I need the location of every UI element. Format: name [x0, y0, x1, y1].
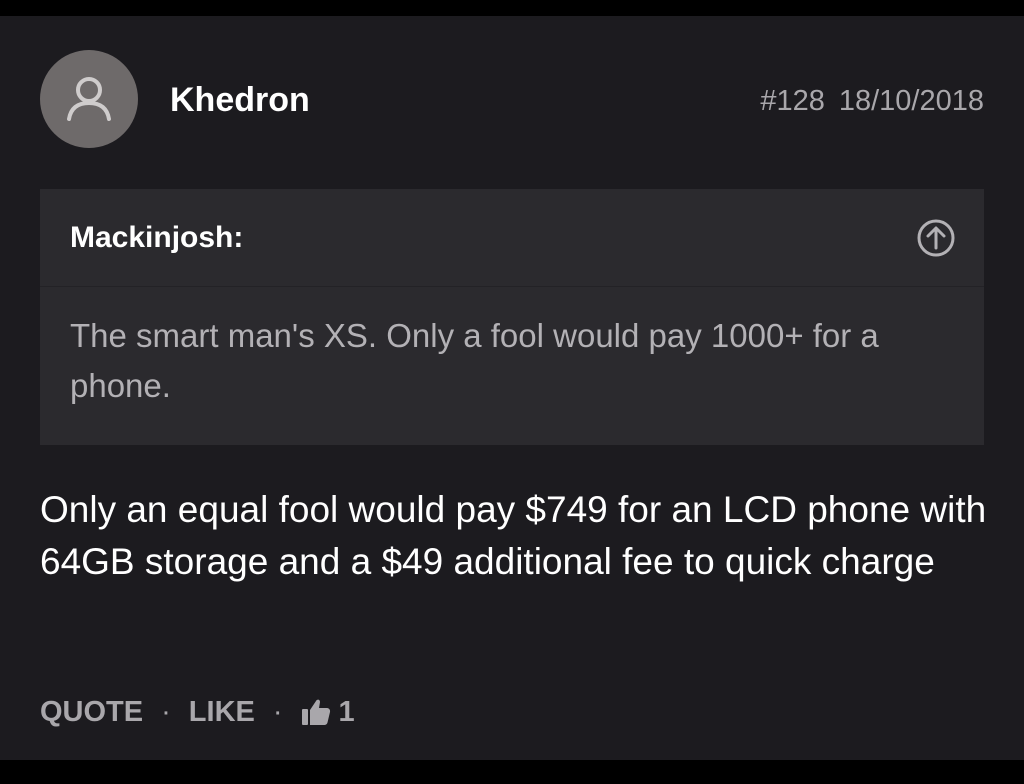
quote-block: Mackinjosh: The smart man's XS. Only a f…: [40, 189, 984, 445]
post-meta: #128 18/10/2018: [760, 84, 984, 118]
like-count[interactable]: 1: [301, 692, 355, 732]
quote-text: The smart man's XS. Only a fool would pa…: [70, 317, 879, 404]
forum-post: Khedron #128 18/10/2018 Mackinjosh: The s…: [0, 16, 1024, 760]
separator: ·: [272, 696, 283, 728]
quote-author[interactable]: Mackinjosh:: [70, 220, 243, 256]
post-number[interactable]: #128: [760, 85, 825, 117]
user-icon: [67, 77, 111, 121]
author-name[interactable]: Khedron: [170, 80, 310, 120]
arrow-up-circle-icon[interactable]: [916, 218, 956, 258]
post-message: Only an equal fool would pay $749 for an…: [40, 489, 987, 582]
thumbs-up-icon: [301, 699, 330, 725]
separator: ·: [161, 696, 171, 728]
post-date: 18/10/2018: [838, 85, 984, 117]
avatar[interactable]: [40, 50, 138, 148]
quote-header: Mackinjosh:: [40, 189, 984, 287]
quote-button[interactable]: QUOTE: [40, 692, 143, 732]
post-actions: QUOTE · LIKE · 1: [40, 692, 355, 732]
like-count-value: 1: [338, 696, 355, 728]
like-button[interactable]: LIKE: [189, 692, 255, 732]
